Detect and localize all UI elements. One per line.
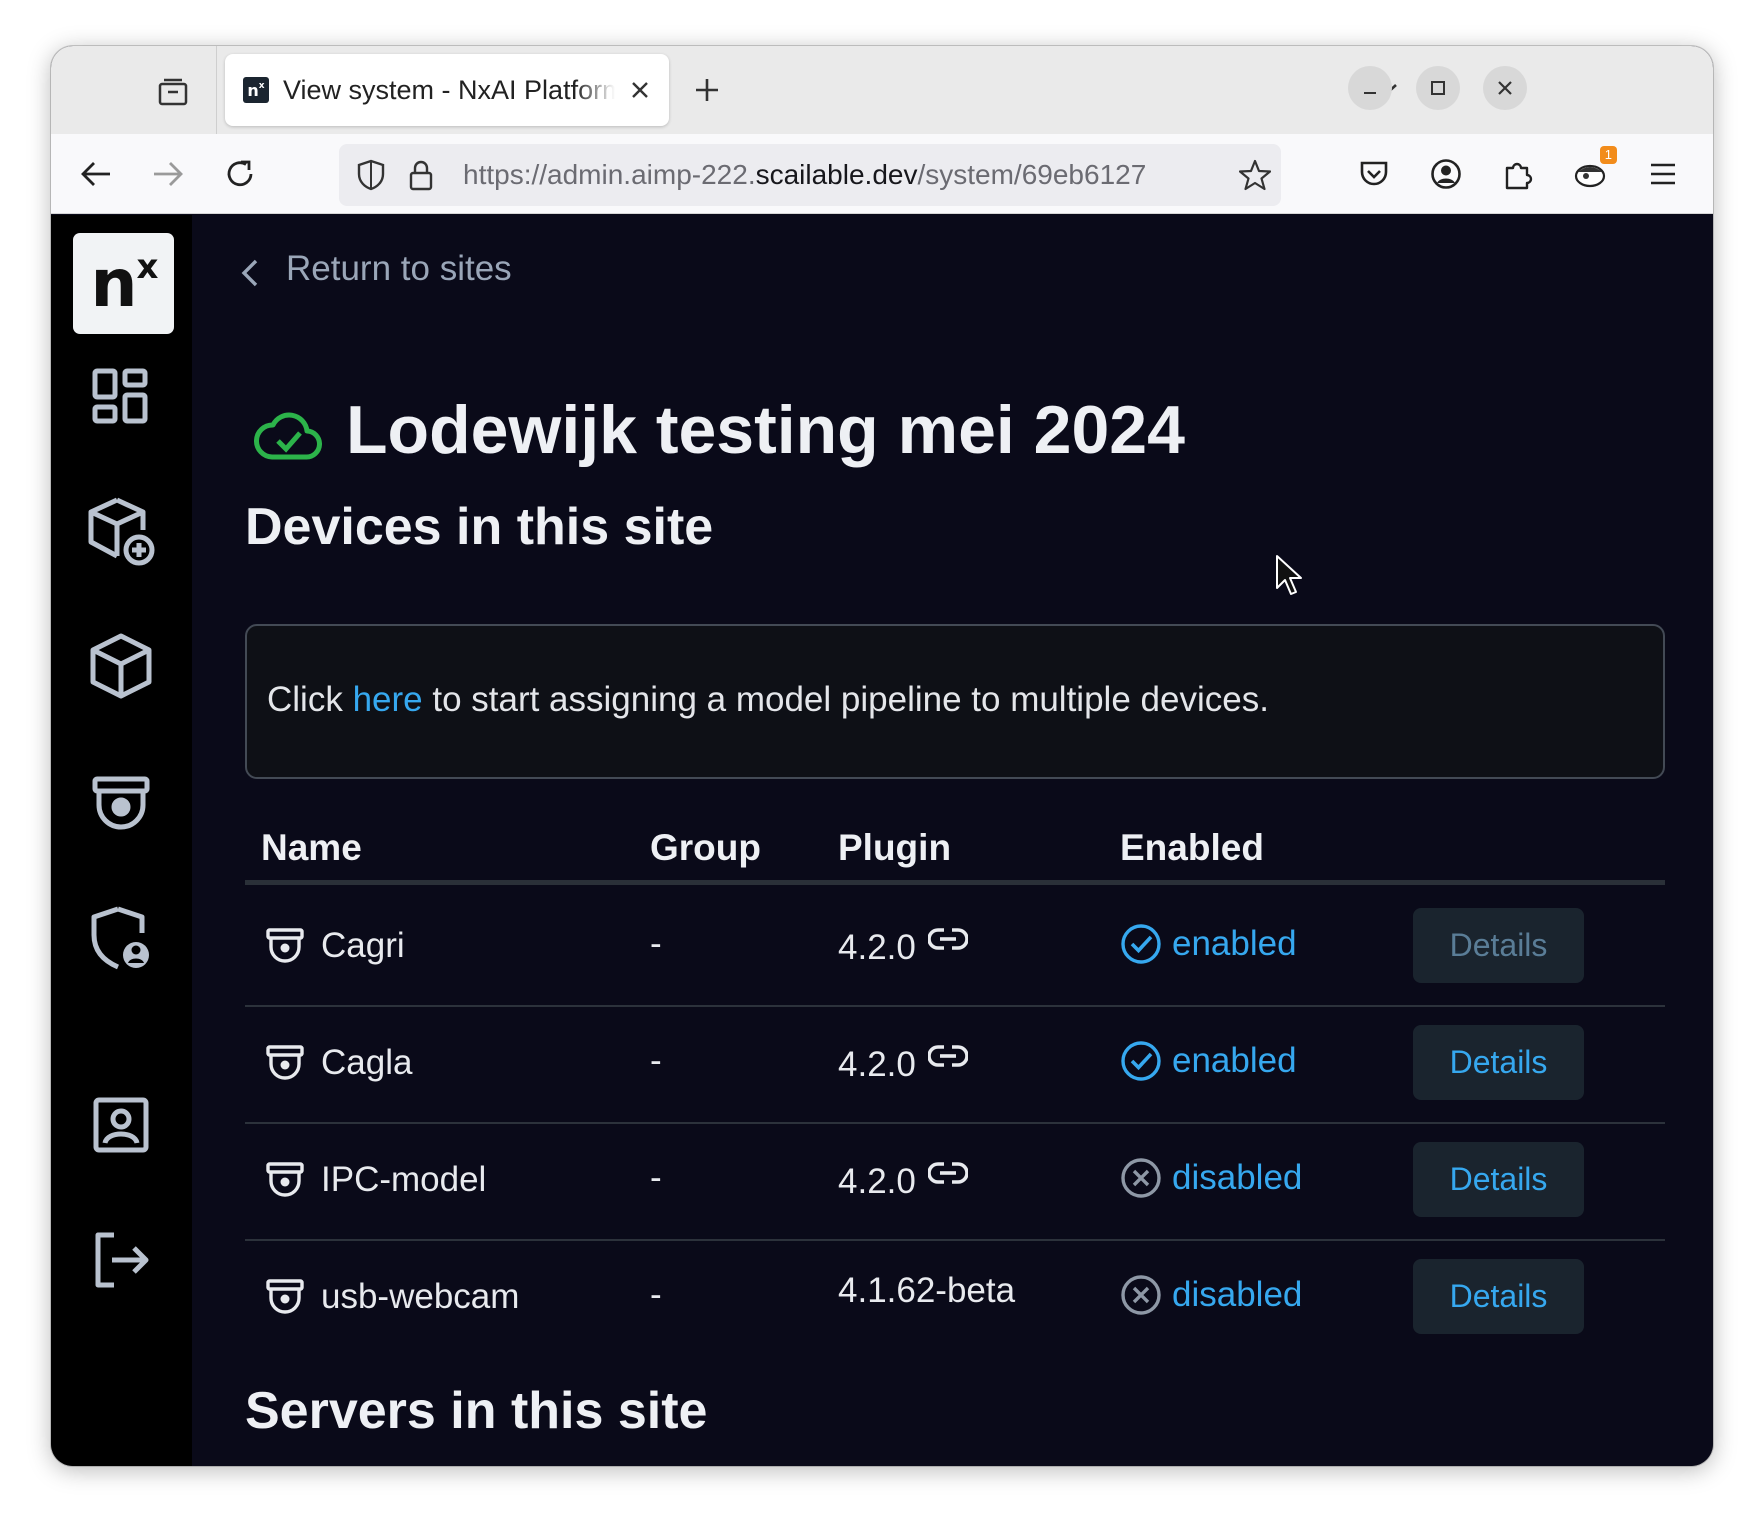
tab-bar: nx View system - NxAI Platform [51,46,1713,134]
navigation-toolbar: https://admin.aimp-222.scailable.dev/sys… [51,134,1713,214]
security-user-icon[interactable] [82,899,160,977]
tab-separator [216,46,217,134]
reload-icon[interactable] [216,150,264,198]
assign-pipeline-link[interactable]: here [353,680,423,719]
x-circle-icon [1120,1156,1164,1200]
extensions-puzzle-icon[interactable] [1494,150,1542,198]
device-name: IPC-model [321,1160,487,1199]
column-header-enabled[interactable]: Enabled [1120,827,1264,869]
extension-badge-count: 1 [1599,146,1617,164]
details-button[interactable]: Details [1413,1259,1584,1334]
details-button[interactable]: Details [1413,1142,1584,1217]
mouse-cursor-icon [1275,554,1305,598]
site-header: Lodewijk testing mei 2024 [254,391,1185,469]
link-icon[interactable] [927,922,969,962]
device-group: - [650,1275,662,1314]
hamburger-menu-icon[interactable] [1639,150,1687,198]
plugin-version: 4.2.0 [838,1162,916,1201]
pocket-icon[interactable] [1350,150,1398,198]
lock-icon[interactable] [405,157,437,193]
tab-list-icon[interactable] [147,70,199,114]
browser-window: nx View system - NxAI Platform https://a… [51,46,1713,1466]
back-arrow-left-icon[interactable] [72,150,120,198]
url-text[interactable]: https://admin.aimp-222.scailable.dev/sys… [463,159,1227,191]
details-button[interactable]: Details [1413,1025,1584,1100]
account-box-icon[interactable] [82,1086,160,1164]
device-group: - [650,1041,662,1080]
table-row: Cagri - 4.2.0 enabled Details [245,890,1665,1007]
table-row: Cagla - 4.2.0 enabled Details [245,1007,1665,1124]
column-header-name[interactable]: Name [261,827,362,869]
return-to-sites-label: Return to sites [286,249,512,288]
x-circle-icon [1120,1273,1164,1317]
chevron-left-icon [240,255,268,291]
tab-title: View system - NxAI Platform [283,74,615,105]
device-name: Cagla [321,1043,413,1082]
dashboard-icon[interactable] [82,358,160,436]
new-tab-plus-icon[interactable] [683,66,731,114]
close-tab-icon[interactable] [625,75,655,105]
details-button[interactable]: Details [1413,908,1584,983]
bookmark-star-icon[interactable] [1237,157,1273,193]
check-circle-icon [1120,922,1164,966]
table-row: usb-webcam - 4.1.62-beta disabled Detail… [245,1241,1665,1358]
extension-badge-icon[interactable]: 1 [1567,146,1617,198]
status-label: disabled [1172,1275,1303,1314]
site-title: Lodewijk testing mei 2024 [346,392,1185,468]
add-model-icon[interactable] [82,493,160,571]
maximize-icon[interactable] [1416,66,1460,110]
url-bar[interactable]: https://admin.aimp-222.scailable.dev/sys… [339,144,1281,206]
status-label: disabled [1172,1158,1303,1197]
forward-arrow-right-icon[interactable] [144,150,192,198]
camera-icon [265,1158,309,1202]
camera-icon [265,1275,309,1319]
app-sidebar: nx [51,215,192,1466]
plugin-version: 4.1.62-beta [838,1271,1016,1310]
device-name: usb-webcam [321,1277,520,1316]
devices-table-header: Name Group Plugin Enabled [245,809,1665,885]
link-icon[interactable] [927,1156,969,1196]
device-name: Cagri [321,926,405,965]
bulk-assign-info-box: Click here to start assigning a model pi… [245,624,1665,779]
table-row: IPC-model - 4.2.0 disabled Details [245,1124,1665,1241]
plugin-version: 4.2.0 [838,1045,916,1084]
nx-logo[interactable]: nx [73,233,174,334]
nx-favicon-icon: nx [243,77,269,103]
logout-icon[interactable] [82,1221,160,1299]
camera-icon[interactable] [82,764,160,842]
plugin-version: 4.2.0 [838,928,916,967]
main-content: Return to sites Lodewijk testing mei 202… [192,215,1713,1466]
status-label: enabled [1172,924,1297,963]
link-icon[interactable] [927,1039,969,1079]
column-header-plugin[interactable]: Plugin [838,827,951,869]
account-icon[interactable] [1422,150,1470,198]
return-to-sites-link[interactable]: Return to sites [240,247,512,291]
active-tab[interactable]: nx View system - NxAI Platform [225,54,669,126]
device-group: - [650,1158,662,1197]
info-text: Click here to start assigning a model pi… [267,680,1269,719]
column-header-group[interactable]: Group [650,827,761,869]
tracking-shield-icon[interactable] [353,157,389,193]
cloud-check-icon [254,409,322,461]
camera-icon [265,924,309,968]
models-cube-icon[interactable] [82,628,160,706]
status-label: enabled [1172,1041,1297,1080]
device-group: - [650,924,662,963]
servers-heading: Servers in this site [245,1382,708,1440]
close-window-icon[interactable] [1483,66,1527,110]
camera-icon [265,1041,309,1085]
check-circle-icon [1120,1039,1164,1083]
minimize-icon[interactable] [1348,66,1392,110]
devices-heading: Devices in this site [245,498,714,556]
